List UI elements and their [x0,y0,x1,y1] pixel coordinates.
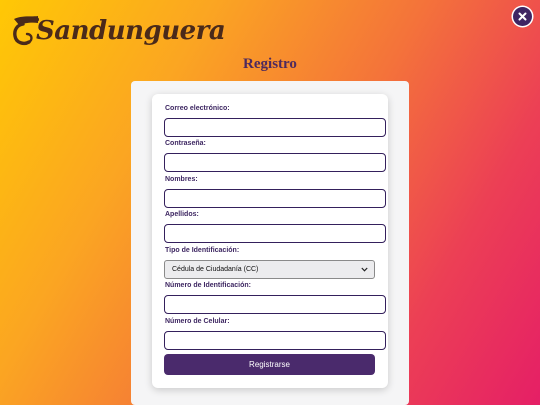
close-icon [518,12,527,21]
chevron-down-icon [361,267,368,272]
phone-field[interactable] [164,331,386,350]
email-label: Correo electrónico: [165,105,230,112]
id-number-label: Número de Identificación: [165,282,251,289]
brand-logo[interactable]: Sandunguera [10,10,226,50]
email-field[interactable] [164,118,386,137]
password-field[interactable] [164,153,386,172]
phone-label: Número de Celular: [165,318,230,325]
id-number-field[interactable] [164,295,386,314]
last-names-label: Apellidos: [165,211,199,218]
id-type-selected-value: Cédula de Ciudadanía (CC) [172,266,259,273]
page-title: Registro [243,56,297,72]
id-type-label: Tipo de Identificación: [165,247,240,254]
first-names-label: Nombres: [165,176,198,183]
password-label: Contraseña: [165,140,206,147]
last-names-field[interactable] [164,224,386,243]
close-button[interactable] [513,7,532,26]
brand-name: Sandunguera [36,16,226,46]
id-type-select[interactable]: Cédula de Ciudadanía (CC) [164,260,375,279]
first-names-field[interactable] [164,189,386,208]
register-button[interactable]: Registrarse [164,354,375,375]
registration-form: Correo electrónico: Contraseña: Nombres:… [152,94,388,388]
